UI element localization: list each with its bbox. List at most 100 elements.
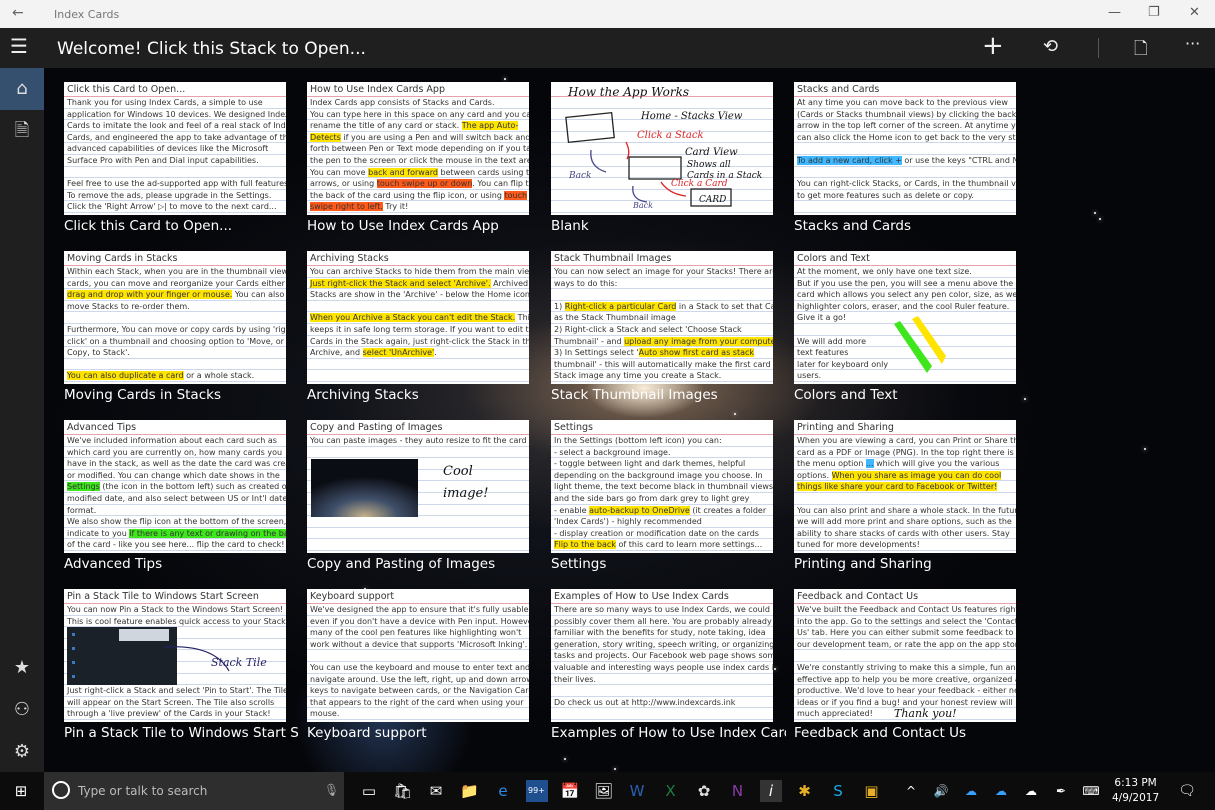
add-document-icon[interactable]: 🗎 — [0, 110, 44, 152]
stack-caption[interactable]: Colors and Text — [794, 387, 1029, 403]
maximize-button[interactable]: ❐ — [1148, 5, 1160, 20]
stack-caption[interactable]: Copy and Pasting of Images — [307, 556, 542, 572]
stack-caption[interactable]: Settings — [551, 556, 786, 572]
task-view-icon[interactable]: ▭ — [358, 780, 380, 802]
app-header: ☰ Welcome! Click this Stack to Open... +… — [0, 28, 1215, 68]
back-button[interactable]: ← — [12, 5, 24, 21]
stack-card[interactable]: Archiving Stacks You can archive Stacks t… — [307, 251, 529, 384]
paint-icon[interactable]: ✿ — [693, 780, 715, 802]
stack-caption[interactable]: Printing and Sharing — [794, 556, 1029, 572]
skype-icon[interactable]: S — [827, 780, 849, 802]
card-line: options. When you share as image you can… — [794, 470, 1016, 482]
stack-card[interactable]: Settings In the Settings (bottom left ico… — [551, 420, 773, 553]
file-explorer-icon[interactable]: 📁 — [459, 780, 481, 802]
document-icon[interactable]: 🗋 — [1134, 36, 1148, 65]
card-title: Settings — [551, 420, 773, 435]
onedrive-icon[interactable]: ☁ — [990, 780, 1012, 802]
home-icon[interactable]: ⌂ — [0, 68, 44, 110]
card-line: of the card - like you see here... flip … — [64, 539, 286, 551]
text: (the icon in the bottom left) such as cr… — [99, 482, 286, 492]
text: Cards to imitate the look and feel of a … — [67, 121, 286, 131]
card-line: You can also duplicate a card or a whole… — [64, 370, 286, 382]
onedrive-icon[interactable]: ☁ — [960, 780, 982, 802]
stack-card[interactable]: How to Use Index Cards App Index Cards ap… — [307, 82, 529, 215]
close-button[interactable]: ✕ — [1189, 5, 1200, 20]
stack-card[interactable]: Feedback and Contact Us We've built the F… — [794, 589, 1016, 722]
store-icon[interactable]: 🛍 — [392, 780, 414, 802]
more-icon[interactable]: ··· — [1185, 34, 1200, 53]
settings-icon[interactable]: ⚙ — [0, 731, 44, 773]
stack-caption[interactable]: Pin a Stack Tile to Windows Start Screen — [64, 725, 299, 741]
handwritten-text: CARD — [699, 195, 726, 205]
people-icon[interactable]: ⚇ — [0, 689, 44, 731]
stack-card[interactable]: Keyboard support We've designed the app t… — [307, 589, 529, 722]
card-line — [307, 301, 529, 313]
chevron-up-icon[interactable]: ^ — [900, 780, 922, 802]
stack-card[interactable]: Click this Card to Open... Thank you for … — [64, 82, 286, 215]
stack-card[interactable]: Stack Thumbnail Images You can now select… — [551, 251, 773, 384]
stack-card[interactable]: Pin a Stack Tile to Windows Start Screen… — [64, 589, 286, 722]
mail-icon[interactable]: ✉ — [425, 780, 447, 802]
handwritten-text: Cool — [443, 464, 473, 479]
stack-card[interactable]: Examples of How to Use Index Cards There … — [551, 589, 773, 722]
sticky-app-icon[interactable]: ▣ — [861, 780, 883, 802]
volume-icon[interactable]: 🔊 — [930, 780, 952, 802]
menu-icon[interactable]: ☰ — [10, 34, 28, 58]
calendar-icon[interactable]: 📅 — [559, 780, 581, 802]
flip-icon[interactable]: ⟲ — [1043, 36, 1058, 57]
microphone-icon[interactable]: 🎙 — [324, 783, 339, 797]
stack-caption[interactable]: Moving Cards in Stacks — [64, 387, 299, 403]
slack-icon[interactable]: ✱ — [794, 780, 816, 802]
star — [734, 413, 736, 415]
stack-caption[interactable]: Stack Thumbnail Images — [551, 387, 786, 403]
card-line: - toggle between light and dark themes, … — [551, 458, 773, 470]
onedrive-icon[interactable]: ☁ — [1020, 780, 1042, 802]
card-line: There are so many ways to use Index Card… — [551, 604, 773, 616]
stack-caption[interactable]: Archiving Stacks — [307, 387, 542, 403]
notifications-icon[interactable]: 🗨 — [1176, 780, 1198, 802]
outlook-icon[interactable]: 99+ — [525, 780, 548, 802]
stack-caption[interactable]: Click this Card to Open... — [64, 218, 299, 234]
onenote-icon[interactable]: N — [727, 780, 749, 802]
edge-icon[interactable]: e — [492, 780, 514, 802]
card-line: You can move back and forward between ca… — [307, 167, 529, 179]
stack-card[interactable]: Colors and Text At the moment, we only ha… — [794, 251, 1016, 384]
stack-caption[interactable]: Advanced Tips — [64, 556, 299, 572]
star-icon[interactable]: ★ — [0, 647, 44, 689]
stack-caption[interactable]: Examples of How to Use Index Cards — [551, 725, 786, 741]
index-cards-icon[interactable]: i — [760, 780, 782, 802]
card-line: even if you don't have a device with Pen… — [307, 616, 529, 628]
word-icon[interactable]: W — [626, 780, 648, 802]
windows-start-icon[interactable]: ⊞ — [10, 780, 32, 802]
text: You can move — [310, 167, 369, 177]
text: You can also print and share a whole sta… — [797, 505, 1016, 515]
stack-card[interactable]: Copy and Pasting of Images You can paste … — [307, 420, 529, 553]
text: We also show the flip icon at the bottom… — [67, 517, 286, 527]
photos-icon[interactable]: 🖼 — [593, 780, 615, 802]
card-line: - display creation or modification date … — [551, 528, 773, 540]
plus-icon[interactable]: + — [982, 31, 1004, 61]
minimize-button[interactable]: — — [1108, 5, 1121, 20]
stack-caption[interactable]: Feedback and Contact Us — [794, 725, 1029, 741]
text: arrow in the top left corner of the scre… — [797, 121, 1016, 131]
text: keys to navigate between cards, or the N… — [310, 686, 529, 696]
stack-card[interactable]: How the App Works Home - Stacks View Clic… — [551, 82, 773, 215]
pen-icon[interactable]: ✒ — [1050, 780, 1072, 802]
search-box[interactable]: Type or talk to search 🎙 — [44, 772, 344, 810]
keyboard-icon[interactable]: ⌨ — [1080, 780, 1102, 802]
excel-icon[interactable]: X — [660, 780, 682, 802]
stack-caption[interactable]: Keyboard support — [307, 725, 542, 741]
text: Index Cards app consists of Stacks and C… — [310, 98, 495, 107]
text: Furthermore, You can move or copy cards … — [67, 324, 286, 334]
stack-caption[interactable]: Stacks and Cards — [794, 218, 1029, 234]
clock[interactable]: 6:13 PM 4/9/2017 — [1112, 776, 1159, 806]
stack-card[interactable]: Stacks and Cards At any time you can move… — [794, 82, 1016, 215]
stack-card[interactable]: Printing and Sharing When you are viewing… — [794, 420, 1016, 553]
clock-time: 6:13 PM — [1114, 777, 1157, 789]
card-line: keys to navigate between cards, or the N… — [307, 685, 529, 697]
stack-card[interactable]: Moving Cards in Stacks Within each Stack,… — [64, 251, 286, 384]
stack-caption[interactable]: How to Use Index Cards App — [307, 218, 542, 234]
stack-caption[interactable]: Blank — [551, 218, 786, 234]
stack-card[interactable]: Advanced Tips We've included information … — [64, 420, 286, 553]
card-line: mouse. — [307, 708, 529, 720]
